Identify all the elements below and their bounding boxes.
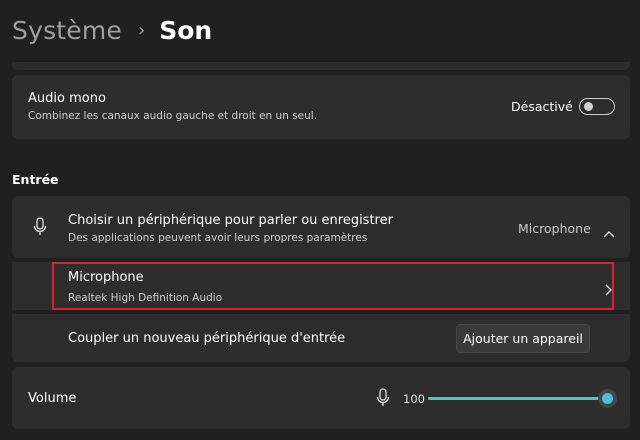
breadcrumb-parent[interactable]: Système [12,16,122,45]
input-device-description: Des applications peuvent avoir leurs pro… [68,232,368,244]
mono-audio-title: Audio mono [28,91,106,106]
chevron-up-icon[interactable] [603,223,615,238]
input-device-expander[interactable]: Choisir un périphérique pour parler ou e… [12,196,630,258]
selection-highlight [52,262,614,310]
previous-setting-card [12,62,630,70]
breadcrumb: Système › Son [12,10,212,50]
slider-thumb-center [602,393,613,404]
volume-slider-track[interactable] [428,397,608,400]
selected-input-device: Microphone [518,221,591,236]
breadcrumb-separator: › [138,19,146,41]
pair-input-device-row: Coupler un nouveau périphérique d'entrée… [12,314,630,362]
volume-value: 100 [403,392,425,406]
toggle-knob [584,102,593,111]
volume-slider-thumb[interactable] [598,389,617,408]
pair-input-device-title: Coupler un nouveau périphérique d'entrée [68,331,346,346]
input-section-title: Entrée [12,172,59,187]
mono-audio-card: Audio mono Combinez les canaux audio gau… [12,75,630,139]
volume-label: Volume [28,391,77,406]
add-device-button[interactable]: Ajouter un appareil [456,324,590,353]
microphone-icon[interactable] [375,388,391,408]
page-title: Son [159,15,213,45]
mono-audio-toggle[interactable] [579,98,615,115]
mono-audio-toggle-label: Désactivé [511,99,573,114]
input-device-title: Choisir un périphérique pour parler ou e… [68,213,393,228]
mono-audio-description: Combinez les canaux audio gauche et droi… [28,110,318,122]
microphone-icon [32,217,48,237]
